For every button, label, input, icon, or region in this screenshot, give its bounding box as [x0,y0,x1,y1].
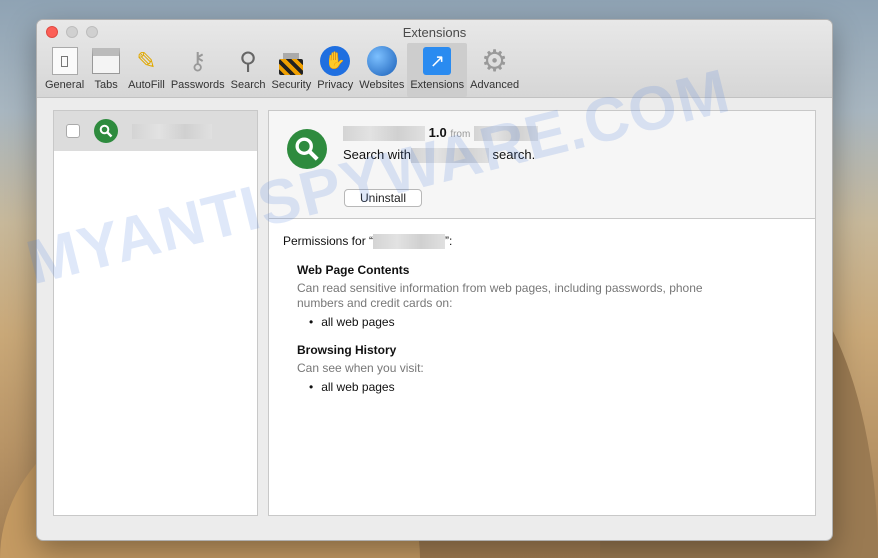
extension-detail: 1.0 from Search with search. Uninstall P… [268,110,816,516]
tab-label: Privacy [317,79,354,91]
extensions-list [53,110,258,516]
tab-advanced[interactable]: ⚙ Advanced [467,43,522,97]
extension-name-redacted [373,234,446,250]
permission-item: all web pages [309,380,801,394]
uninstall-button[interactable]: Uninstall [344,189,422,207]
tab-security[interactable]: Security [268,43,314,97]
tab-label: General [45,79,85,91]
search-extension-icon [287,129,327,169]
permission-title: Browsing History [297,343,397,358]
globe-icon [366,45,398,77]
puzzle-compass-icon: ↗ [421,45,453,77]
tab-websites[interactable]: Websites [356,43,407,97]
extension-name-redacted [343,126,425,142]
magnifier-icon: ⚲ [239,47,257,75]
description-redacted [410,148,489,164]
tab-label: Extensions [410,79,465,91]
tab-autofill[interactable]: ✎ AutoFill [125,43,168,97]
permission-desc: Can read sensitive information from web … [297,281,703,311]
permission-web-page-contents: Web Page Contents Can read sensitive inf… [297,263,801,329]
tab-label: Tabs [94,79,118,91]
permissions-intro: Permissions for “ [283,234,374,248]
tab-extensions[interactable]: ↗ Extensions [407,43,468,97]
tab-label: AutoFill [128,79,165,91]
window-title: Extensions [402,25,467,40]
tab-label: Advanced [470,79,520,91]
extension-name-redacted [132,123,212,139]
developer-redacted [473,126,538,142]
extension-version: 1.0 [428,125,447,140]
hand-icon: ✋ [319,45,351,77]
tab-search[interactable]: ⚲ Search [228,43,269,97]
permissions-intro-suffix: ”: [445,234,453,248]
tab-label: Websites [359,79,405,91]
gear-icon: ⚙ [481,44,509,78]
enable-checkbox[interactable] [66,124,80,138]
permission-title: Web Page Contents [297,263,410,278]
tab-general[interactable]: General [42,43,87,97]
from-label: from [450,129,471,140]
general-switch-icon [49,45,81,77]
permission-item: all web pages [309,315,801,329]
toolbar: Extensions General Tabs ✎ AutoFill ⚷ Passw… [37,20,832,98]
preferences-window: Extensions General Tabs ✎ AutoFill ⚷ Passw… [37,20,832,540]
tabs-icon [90,45,122,77]
lock-icon [275,45,307,77]
key-icon: ⚷ [188,47,207,75]
tab-passwords[interactable]: ⚷ Passwords [168,43,228,97]
search-extension-icon [94,119,118,143]
permission-desc: Can see when you visit: [297,361,424,376]
tab-privacy[interactable]: ✋ Privacy [314,43,356,97]
pencil-icon: ✎ [136,47,157,75]
permission-browsing-history: Browsing History Can see when you visit:… [297,343,801,394]
extension-list-item[interactable] [54,111,257,151]
tab-label: Search [230,79,266,91]
tab-tabs[interactable]: Tabs [87,43,125,97]
tab-label: Passwords [170,79,225,91]
description-suffix: search. [492,147,536,163]
description-prefix: Search with [343,147,411,163]
tab-label: Security [271,79,312,91]
